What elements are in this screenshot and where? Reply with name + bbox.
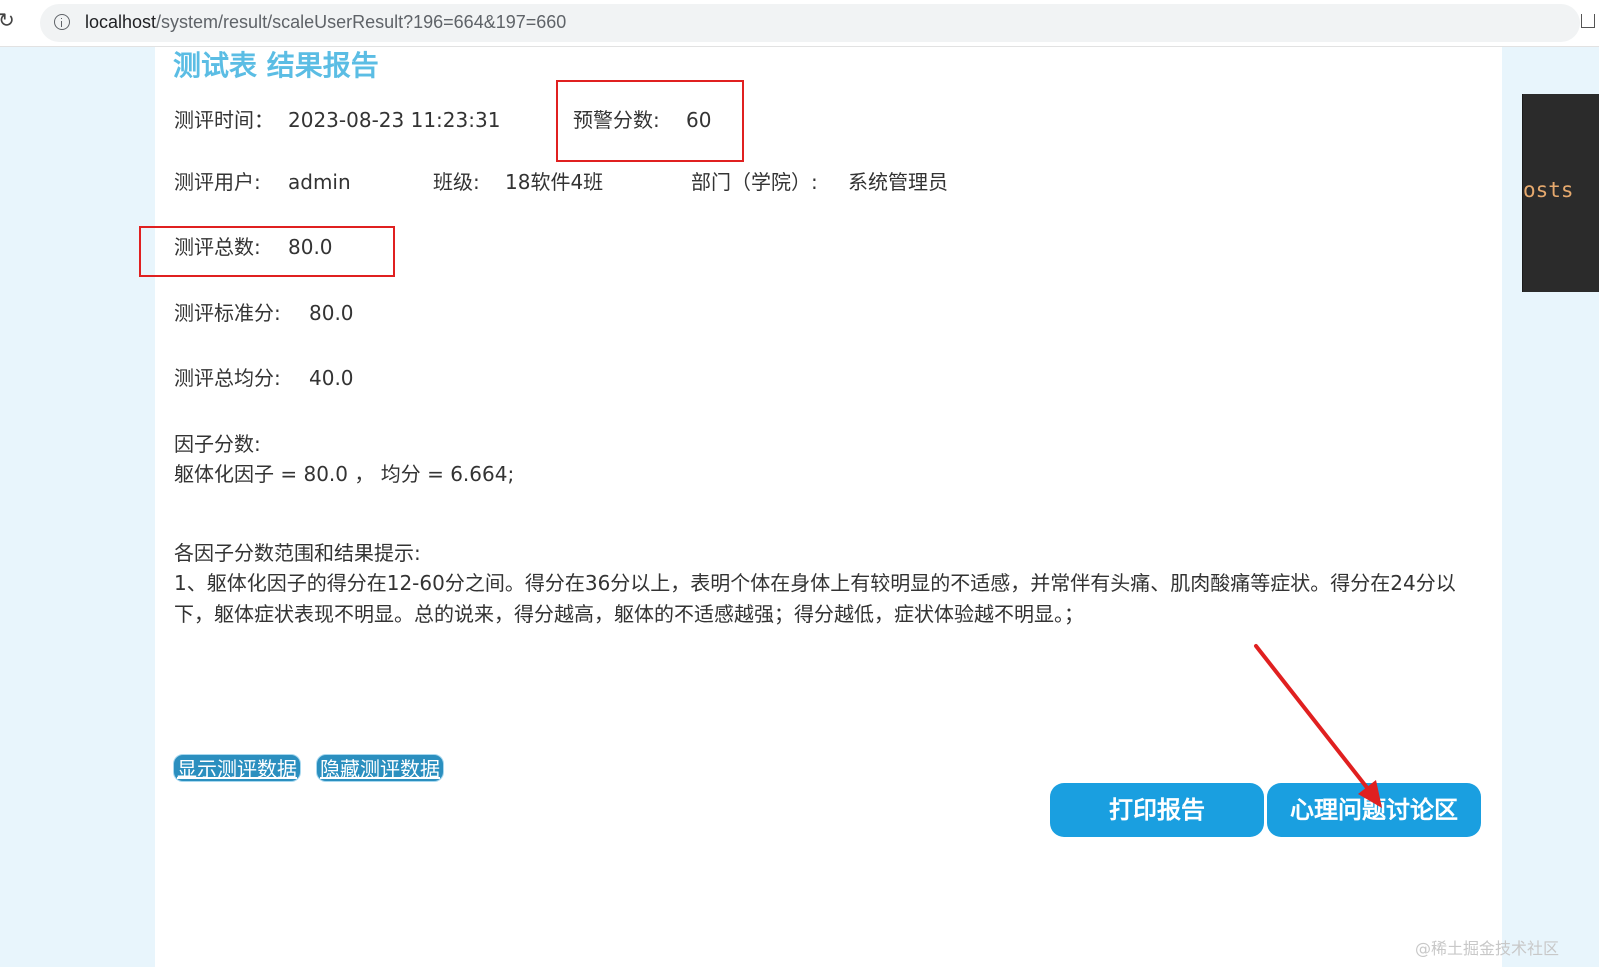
annotation-box-warning: [556, 80, 744, 162]
standard-score-value: 80.0: [309, 301, 354, 325]
dept-label: 部门（学院）:: [691, 170, 818, 194]
factor-score-label: 因子分数:: [174, 432, 261, 456]
dept-value: 系统管理员: [848, 170, 948, 194]
share-icon[interactable]: [1581, 14, 1595, 28]
class-value: 18软件4班: [505, 170, 604, 194]
site-info-icon[interactable]: [54, 14, 70, 30]
print-report-button[interactable]: 打印报告: [1050, 783, 1264, 837]
range-hint-label: 各因子分数范围和结果提示:: [174, 541, 421, 565]
side-editor-panel: osts: [1522, 94, 1599, 292]
address-bar[interactable]: localhost/system/result/scaleUserResult?…: [40, 4, 1580, 42]
url-host: localhost: [85, 12, 157, 32]
factor-score-line: 躯体化因子 = 80.0 ， 均分 = 6.664;: [174, 462, 515, 486]
standard-score-label: 测评标准分:: [174, 301, 281, 325]
url-text[interactable]: localhost/system/result/scaleUserResult?…: [85, 12, 566, 33]
average-score-value: 40.0: [309, 366, 354, 390]
side-editor-text: osts: [1523, 178, 1574, 202]
average-score-label: 测评总均分:: [174, 366, 281, 390]
class-label: 班级:: [433, 170, 480, 194]
annotation-arrow: [1254, 644, 1382, 808]
user-value: admin: [288, 170, 351, 194]
browser-toolbar: ↻ localhost/system/result/scaleUserResul…: [0, 0, 1599, 47]
annotation-box-total: [139, 226, 395, 277]
eval-time-label: 测评时间：: [174, 108, 274, 132]
page-title: 测试表 结果报告: [173, 49, 379, 82]
eval-time-value: 2023-08-23 11:23:31: [288, 108, 501, 132]
show-data-button[interactable]: 显示测评数据: [173, 754, 301, 782]
watermark: @稀土掘金技术社区: [1414, 939, 1559, 958]
reload-icon[interactable]: ↻: [0, 8, 18, 32]
hide-data-button[interactable]: 隐藏测评数据: [316, 754, 444, 782]
user-label: 测评用户:: [174, 170, 261, 194]
range-hint-text: 1、躯体化因子的得分在12-60分之间。得分在36分以上，表明个体在身体上有较明…: [174, 571, 1456, 626]
url-path: /system/result/scaleUserResult?196=664&1…: [156, 12, 567, 32]
